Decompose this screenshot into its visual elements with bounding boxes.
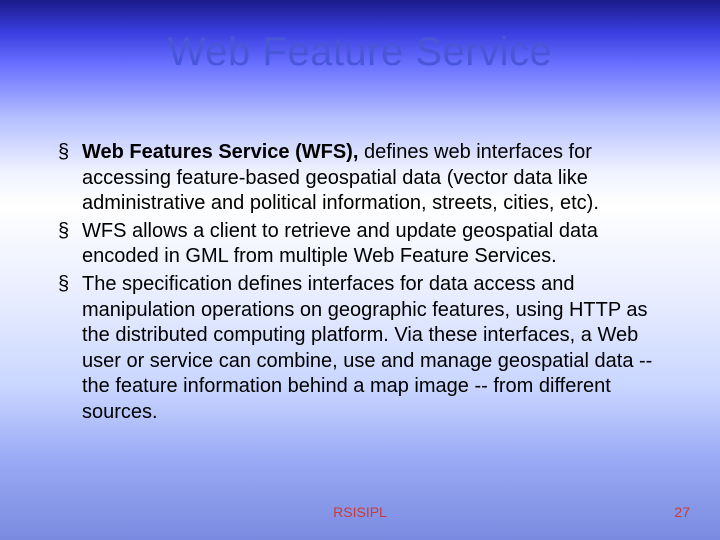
bullet-item: The specification defines interfaces for…: [58, 272, 680, 426]
bullet-item: WFS allows a client to retrieve and upda…: [58, 219, 680, 270]
bullet-text: The specification defines interfaces for…: [82, 273, 652, 423]
slide: Web Feature Service Web Features Service…: [0, 0, 720, 540]
slide-content: Web Features Service (WFS), defines web …: [58, 140, 680, 428]
bullet-item: Web Features Service (WFS), defines web …: [58, 140, 680, 217]
page-number: 27: [674, 504, 690, 520]
footer-organization: RSISIPL: [0, 504, 720, 520]
bullet-lead: Web Features Service (WFS),: [82, 141, 358, 163]
bullet-text: WFS allows a client to retrieve and upda…: [82, 220, 598, 268]
slide-title: Web Feature Service: [0, 30, 720, 75]
